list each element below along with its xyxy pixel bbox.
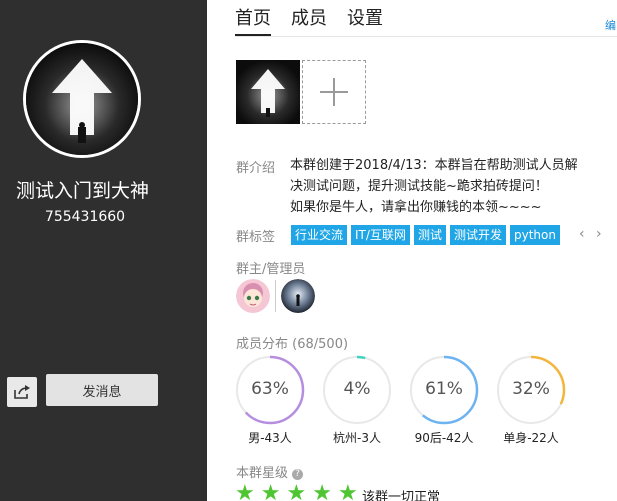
group-avatar[interactable]: [23, 40, 141, 158]
tag-item[interactable]: python: [509, 225, 560, 245]
stat-percent: 4%: [343, 379, 371, 399]
group-photo[interactable]: [236, 60, 300, 124]
distribution-title: 成员分布: [236, 337, 289, 352]
share-button[interactable]: [7, 377, 37, 407]
stat-label: 90后-42人: [414, 431, 474, 445]
star-icon: ★: [312, 481, 332, 501]
tags-label: 群标签: [236, 230, 276, 245]
tag-item[interactable]: 测试: [413, 225, 446, 245]
tags-next-icon[interactable]: ›: [596, 226, 602, 242]
stat-age: 61% 90后-42人: [409, 355, 479, 445]
admin-divider: [275, 280, 276, 312]
admin-list: [236, 279, 315, 313]
tag-list: 行业交流 IT/互联网 测试 测试开发 python: [291, 225, 564, 245]
stat-label: 男-43人: [248, 431, 292, 445]
tab-bar: 首页 成员 设置: [235, 6, 403, 36]
admin-avatar[interactable]: [281, 279, 315, 313]
tab-divider: [235, 36, 617, 37]
stat-gender: 63% 男-43人: [235, 355, 305, 445]
intro-label: 群介绍: [236, 161, 276, 176]
intro-line: 如果你是牛人，请拿出你赚钱的本领~~~~: [290, 200, 542, 215]
tag-item[interactable]: 行业交流: [291, 225, 348, 245]
rating-label: 本群星级?: [236, 462, 304, 481]
tab-home[interactable]: 首页: [235, 6, 271, 36]
tab-members[interactable]: 成员: [291, 6, 327, 36]
intro-text: 本群创建于2018/4/13：本群旨在帮助测试人员解 决测试问题，提升测试技能~…: [290, 155, 617, 218]
group-name: 测试入门到大神: [15, 180, 149, 202]
stat-percent: 32%: [512, 379, 550, 399]
stat-label: 单身-22人: [503, 431, 559, 445]
intro-line: 决测试问题，提升测试技能~跪求拍砖提问！: [290, 179, 548, 194]
rating-title: 本群星级: [236, 466, 289, 481]
rating-status: 该群一切正常: [362, 490, 441, 501]
help-icon[interactable]: ?: [292, 469, 304, 480]
send-message-button[interactable]: 发消息: [46, 374, 158, 406]
group-profile-panel: 测试入门到大神 755431660 发消息: [0, 0, 207, 501]
tag-item[interactable]: 测试开发: [449, 225, 506, 245]
star-rating: ★ ★ ★ ★ ★: [235, 483, 364, 501]
member-count: (68/500): [292, 337, 349, 352]
star-icon: ★: [337, 481, 358, 501]
star-icon: ★: [235, 481, 255, 501]
group-number: 755431660: [44, 209, 126, 225]
stat-percent: 63%: [251, 379, 289, 399]
stat-single: 32% 单身-22人: [496, 355, 566, 445]
admins-label: 群主/管理员: [236, 262, 306, 277]
star-icon: ★: [286, 481, 307, 501]
plus-icon: [320, 78, 348, 106]
tag-item[interactable]: IT/互联网: [351, 225, 410, 245]
add-photo-button[interactable]: [302, 60, 366, 124]
intro-line: 本群创建于2018/4/13：本群旨在帮助测试人员解: [290, 158, 578, 173]
owner-avatar[interactable]: [236, 279, 270, 313]
distribution-label: 成员分布 (68/500): [236, 333, 348, 352]
up-arrow-light-icon: [26, 43, 138, 155]
up-arrow-light-icon: [236, 60, 300, 124]
star-icon: ★: [260, 481, 281, 501]
edit-link[interactable]: 编: [605, 17, 616, 33]
share-icon: [14, 385, 30, 399]
stat-label: 杭州-3人: [333, 431, 381, 445]
tags-prev-icon[interactable]: ‹: [579, 226, 585, 242]
stat-region: 4% 杭州-3人: [322, 355, 392, 445]
stat-percent: 61%: [425, 379, 463, 399]
tab-settings[interactable]: 设置: [347, 6, 383, 36]
